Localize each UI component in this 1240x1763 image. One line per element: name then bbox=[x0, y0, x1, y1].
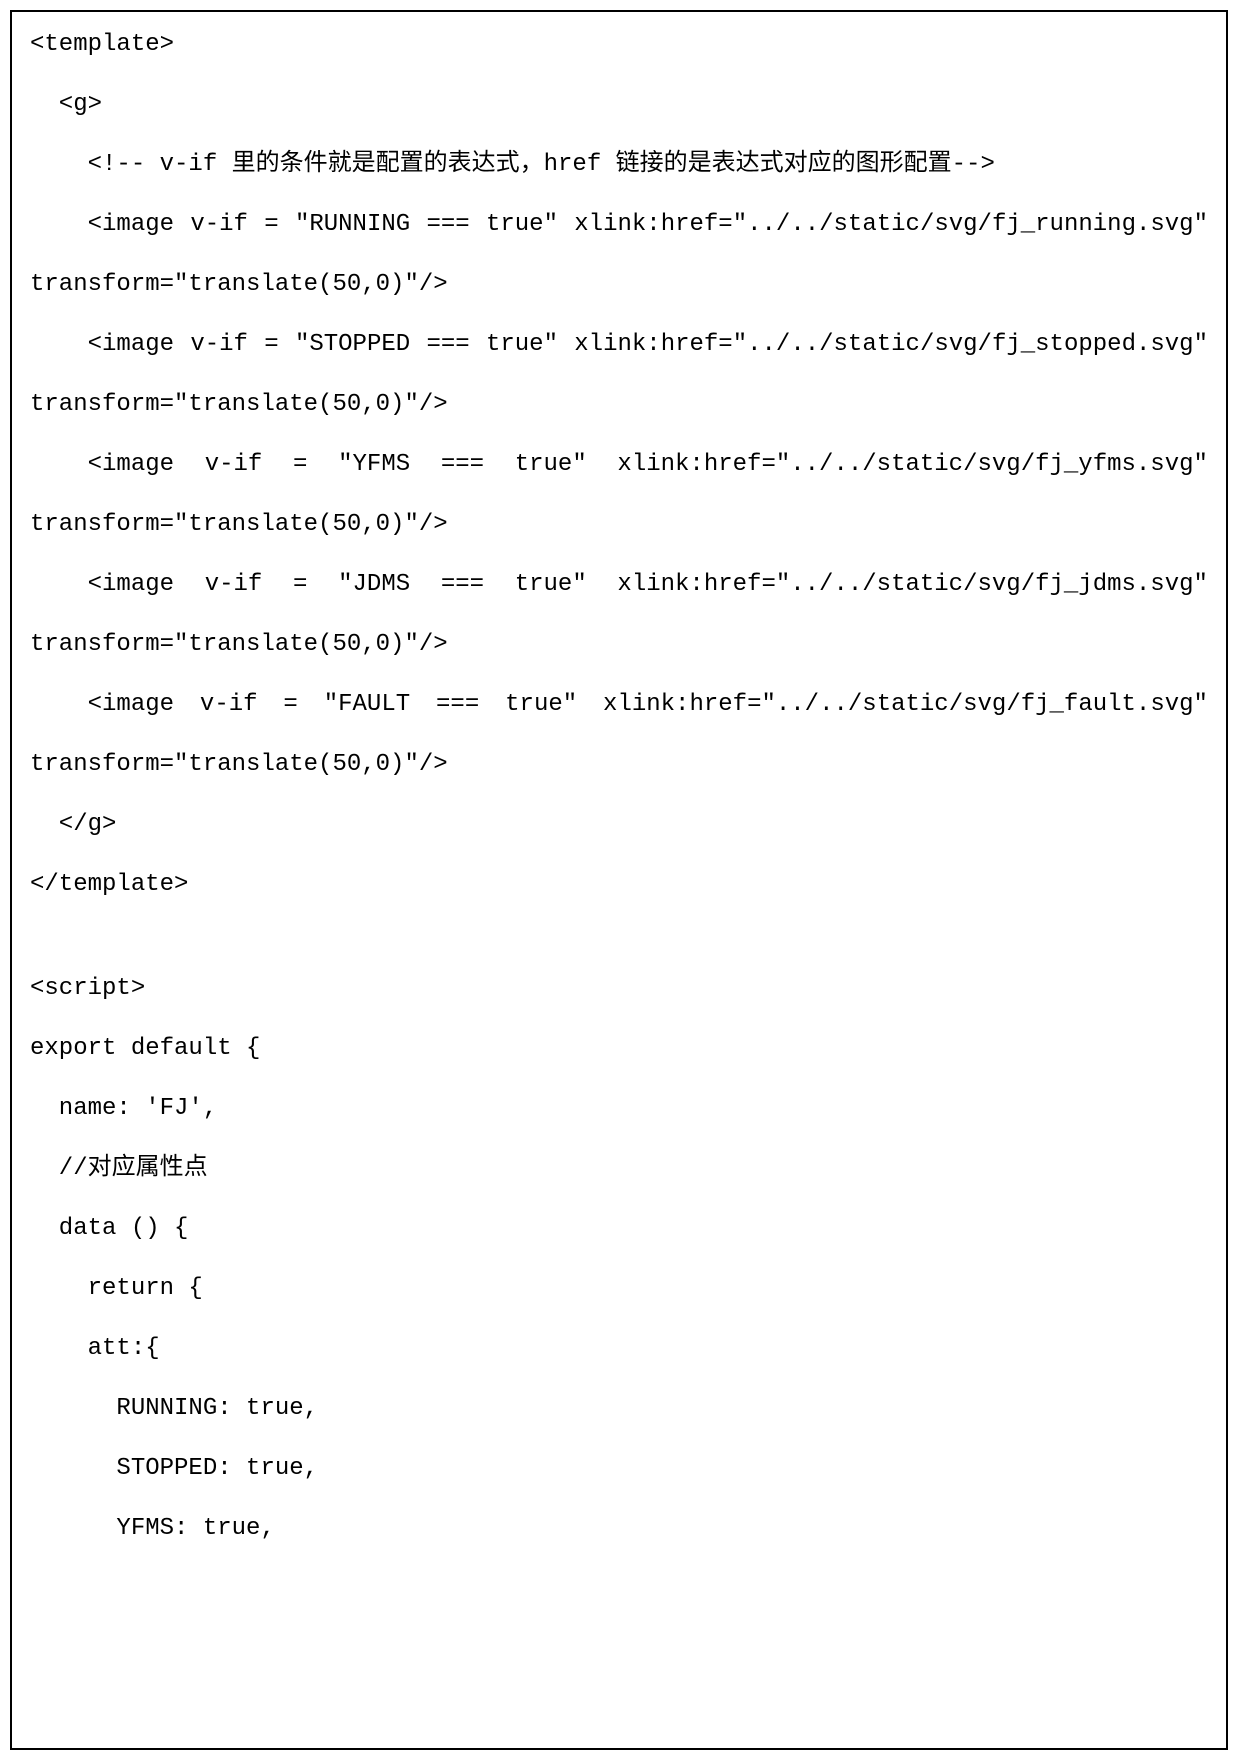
code-line: transform="translate(50,0)"/> bbox=[30, 270, 1208, 300]
code-line: <image v-if = "FAULT === true" xlink:hre… bbox=[30, 690, 1208, 720]
code-line: RUNNING: true, bbox=[30, 1394, 1208, 1424]
code-line: att:{ bbox=[30, 1334, 1208, 1364]
code-line: YFMS: true, bbox=[30, 1514, 1208, 1544]
code-line: <image v-if = "JDMS === true" xlink:href… bbox=[30, 570, 1208, 600]
code-line: transform="translate(50,0)"/> bbox=[30, 750, 1208, 780]
code-line: <script> bbox=[30, 974, 1208, 1004]
code-line: <image v-if = "STOPPED === true" xlink:h… bbox=[30, 330, 1208, 360]
code-line: </g> bbox=[30, 810, 1208, 840]
code-line: <!-- v-if 里的条件就是配置的表达式，href 链接的是表达式对应的图形… bbox=[30, 150, 1208, 180]
code-line: name: 'FJ', bbox=[30, 1094, 1208, 1124]
code-line: transform="translate(50,0)"/> bbox=[30, 510, 1208, 540]
code-line: </template> bbox=[30, 870, 1208, 900]
code-line: return { bbox=[30, 1274, 1208, 1304]
code-line: <image v-if = "YFMS === true" xlink:href… bbox=[30, 450, 1208, 480]
code-line: <g> bbox=[30, 90, 1208, 120]
code-line: STOPPED: true, bbox=[30, 1454, 1208, 1484]
code-line: export default { bbox=[30, 1034, 1208, 1064]
code-line: data () { bbox=[30, 1214, 1208, 1244]
code-line: //对应属性点 bbox=[30, 1154, 1208, 1184]
code-line: transform="translate(50,0)"/> bbox=[30, 630, 1208, 660]
code-block: <template> <g> <!-- v-if 里的条件就是配置的表达式，hr… bbox=[10, 10, 1228, 1750]
code-line: <template> bbox=[30, 30, 1208, 60]
code-line: transform="translate(50,0)"/> bbox=[30, 390, 1208, 420]
code-line: <image v-if = "RUNNING === true" xlink:h… bbox=[30, 210, 1208, 240]
